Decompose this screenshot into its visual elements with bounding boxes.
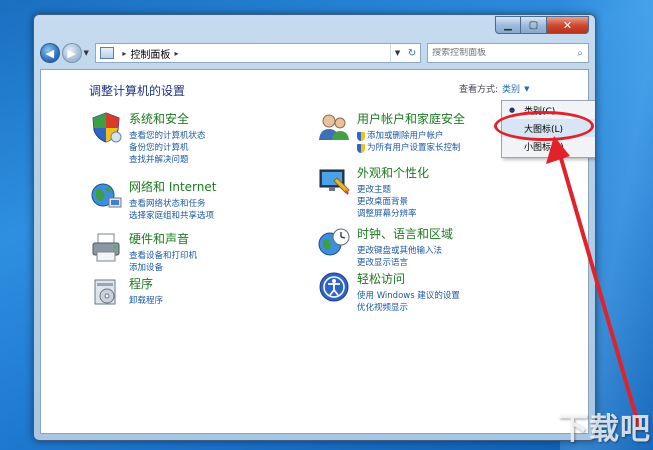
breadcrumb-separator[interactable]: ▸ — [174, 49, 178, 58]
arrow-right-icon: ▶ — [67, 46, 76, 60]
arrow-left-icon: ◀ — [45, 46, 55, 60]
link-label: 为所有用户设置家长控制 — [367, 143, 461, 153]
chevron-down-icon: ▼ — [394, 49, 401, 57]
search-input[interactable] — [432, 48, 572, 58]
breadcrumb-separator[interactable]: ▸ — [122, 49, 126, 58]
address-bar[interactable]: ▸ 控制面板 ▸ ▼ ↻ — [95, 43, 422, 63]
ease-of-access-icon[interactable] — [317, 270, 351, 304]
link-parental-controls[interactable]: 为所有用户设置家长控制 — [357, 142, 465, 154]
link-network-status[interactable]: 查看网络状态和任务 — [129, 198, 216, 210]
navigation-bar: ◀ ▶ ▼ ▸ 控制面板 ▸ ▼ ↻ ⌕ — [40, 41, 589, 65]
link-recommended-settings[interactable]: 使用 Windows 建议的设置 — [357, 290, 460, 302]
view-by-select[interactable]: 类别 — [502, 82, 520, 95]
category-ease-of-access: 轻松访问 使用 Windows 建议的设置 优化视频显示 — [317, 270, 460, 314]
address-dropdown-button[interactable]: ▼ — [390, 44, 404, 62]
category-programs: 程序 卸载程序 — [89, 275, 163, 309]
link-view-computer-status[interactable]: 查看您的计算机状态 — [129, 130, 206, 142]
link-screen-resolution[interactable]: 调整屏幕分辨率 — [357, 208, 429, 220]
page-title: 调整计算机的设置 — [89, 84, 186, 98]
chevron-down-icon[interactable]: ▼ — [524, 85, 529, 93]
clock-globe-icon[interactable] — [317, 225, 351, 259]
category-title[interactable]: 时钟、语言和区域 — [357, 225, 453, 242]
forward-button[interactable]: ▶ — [61, 43, 82, 63]
category-title[interactable]: 硬件和声音 — [129, 230, 197, 247]
refresh-button[interactable]: ↻ — [404, 48, 420, 59]
link-label: 添加或删除用户帐户 — [367, 131, 444, 141]
category-clock-language-region: 时钟、语言和区域 更改键盘或其他输入法 更改显示语言 — [317, 225, 453, 269]
link-add-remove-accounts[interactable]: 添加或删除用户帐户 — [357, 130, 465, 142]
category-system-security: 系统和安全 查看您的计算机状态 备份您的计算机 查找并解决问题 — [89, 110, 206, 166]
category-title[interactable]: 外观和个性化 — [357, 164, 429, 181]
category-title[interactable]: 轻松访问 — [357, 270, 460, 287]
chevron-down-icon: ▼ — [83, 49, 89, 57]
control-panel-window: ▁ ▢ ✕ ◀ ▶ ▼ ▸ 控制面板 ▸ ▼ ↻ ⌕ 调整计算机的设置 查看方式… — [33, 14, 596, 441]
link-troubleshoot[interactable]: 查找并解决问题 — [129, 154, 206, 166]
minimize-icon: ▁ — [504, 19, 512, 31]
network-icon[interactable] — [89, 178, 123, 212]
appearance-icon[interactable] — [317, 164, 351, 198]
category-title[interactable]: 用户帐户和家庭安全 — [357, 110, 465, 127]
category-hardware-sound: 硬件和声音 查看设备和打印机 添加设备 — [89, 230, 197, 274]
view-by-label: 查看方式: — [459, 85, 499, 95]
users-icon[interactable] — [317, 110, 351, 144]
control-panel-icon — [100, 47, 115, 59]
category-title[interactable]: 系统和安全 — [129, 110, 206, 127]
back-button[interactable]: ◀ — [40, 43, 60, 63]
uac-shield-icon — [357, 131, 365, 141]
link-homegroup-sharing[interactable]: 选择家庭组和共享选项 — [129, 210, 216, 222]
breadcrumb-control-panel[interactable]: 控制面板 — [130, 46, 170, 61]
category-appearance: 外观和个性化 更改主题 更改桌面背景 调整屏幕分辨率 — [317, 164, 429, 220]
recent-pages-button[interactable]: ▼ — [84, 49, 92, 57]
category-title[interactable]: 网络和 Internet — [129, 178, 216, 195]
link-change-display-language[interactable]: 更改显示语言 — [357, 257, 453, 269]
annotation-arrow — [546, 136, 642, 431]
link-change-background[interactable]: 更改桌面背景 — [357, 196, 429, 208]
uac-shield-icon — [357, 143, 365, 153]
close-icon: ✕ — [562, 18, 573, 32]
watermark-logo: 下载吧 — [558, 412, 651, 447]
link-uninstall-program[interactable]: 卸载程序 — [129, 295, 163, 307]
shield-icon[interactable] — [89, 110, 123, 144]
caption-buttons: ▁ ▢ ✕ — [495, 16, 589, 34]
refresh-icon: ↻ — [407, 47, 417, 59]
close-button[interactable]: ✕ — [547, 16, 589, 34]
link-add-device[interactable]: 添加设备 — [129, 262, 197, 274]
maximize-button[interactable]: ▢ — [521, 16, 547, 34]
search-icon[interactable]: ⌕ — [572, 48, 588, 59]
link-backup-computer[interactable]: 备份您的计算机 — [129, 142, 206, 154]
link-change-input-method[interactable]: 更改键盘或其他输入法 — [357, 245, 453, 257]
link-devices-printers[interactable]: 查看设备和打印机 — [129, 250, 197, 262]
category-user-accounts: 用户帐户和家庭安全 添加或删除用户帐户 为所有用户设置家长控制 — [317, 110, 465, 154]
link-optimize-display[interactable]: 优化视频显示 — [357, 302, 460, 314]
minimize-button[interactable]: ▁ — [495, 16, 521, 34]
printer-icon[interactable] — [89, 230, 123, 264]
category-network-internet: 网络和 Internet 查看网络状态和任务 选择家庭组和共享选项 — [89, 178, 216, 222]
category-title[interactable]: 程序 — [129, 275, 163, 292]
programs-icon[interactable] — [89, 275, 123, 309]
search-box[interactable]: ⌕ — [427, 43, 589, 63]
maximize-icon: ▢ — [528, 19, 539, 31]
view-by-control: 查看方式: 类别 ▼ — [459, 82, 529, 96]
link-change-theme[interactable]: 更改主题 — [357, 184, 429, 196]
